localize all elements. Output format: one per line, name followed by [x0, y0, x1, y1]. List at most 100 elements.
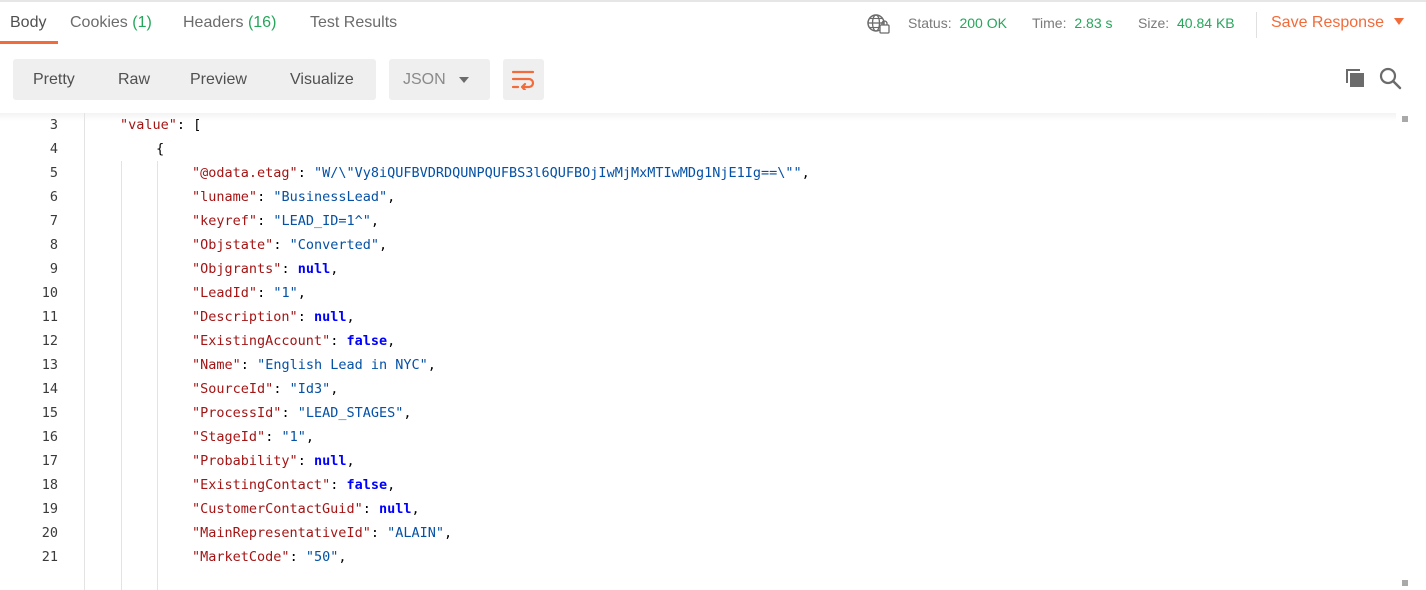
tab-label: Headers: [183, 14, 243, 31]
tab-headers[interactable]: Headers (16): [183, 2, 276, 44]
tab-test-results[interactable]: Test Results: [310, 2, 397, 44]
line-number: 6: [0, 185, 58, 209]
wrap-lines-button[interactable]: [503, 59, 544, 100]
search-icon[interactable]: [1378, 66, 1402, 90]
json-comma: ,: [428, 357, 436, 373]
json-quote: ": [322, 477, 330, 493]
line-number: 5: [0, 161, 58, 185]
tab-count: (16): [248, 14, 276, 31]
scrollbar-end[interactable]: [1402, 580, 1408, 586]
code-text: {: [156, 137, 164, 161]
code-line: 12"ExistingAccount": false,: [0, 329, 1396, 353]
code-text: "SourceId": "Id3",: [192, 377, 338, 401]
code-text: "@odata.etag": "W/\"Vy8iQUFBVDRDQUNPQUFB…: [192, 161, 810, 185]
code-text: "value": [: [120, 113, 201, 137]
size-label: Size:: [1138, 15, 1169, 31]
json-comma: ,: [403, 405, 411, 421]
json-punctuation: {: [156, 141, 164, 157]
json-quote: ": [322, 333, 330, 349]
json-comma: ,: [338, 549, 346, 565]
view-visualize[interactable]: Visualize: [290, 59, 354, 100]
json-comma: ,: [412, 501, 420, 517]
status-label: Status:: [908, 15, 952, 31]
line-number: 12: [0, 329, 58, 353]
json-quote: ": [281, 429, 289, 445]
globe-icon[interactable]: [866, 13, 890, 35]
code-text: "Objstate": "Converted",: [192, 233, 387, 257]
json-literal-value: null: [379, 501, 412, 517]
code-line: 16"StageId": "1",: [0, 425, 1396, 449]
json-quote: ": [192, 261, 200, 277]
json-colon: :: [330, 333, 346, 349]
save-response-button[interactable]: Save Response: [1271, 2, 1404, 44]
code-line: 4{: [0, 137, 1396, 161]
view-pretty[interactable]: Pretty: [33, 59, 75, 100]
json-quote: ": [314, 165, 322, 181]
code-line: 21"MarketCode": "50",: [0, 545, 1396, 569]
json-string-value: BusinessLead: [281, 189, 379, 205]
scrollbar-thumb[interactable]: [1402, 116, 1408, 122]
tab-body[interactable]: Body: [10, 2, 46, 44]
json-quote: ": [169, 117, 177, 133]
json-literal-value: false: [346, 333, 387, 349]
code-viewer[interactable]: 3"value": [4{5"@odata.etag": "W/\"Vy8iQU…: [0, 113, 1426, 590]
json-key: StageId: [200, 429, 257, 445]
json-string-value: ALAIN: [395, 525, 436, 541]
code-line: 6"luname": "BusinessLead",: [0, 185, 1396, 209]
status-value[interactable]: 200 OK: [959, 15, 1006, 31]
tab-cookies[interactable]: Cookies (1): [70, 2, 152, 44]
code-line: 18"ExistingContact": false,: [0, 473, 1396, 497]
json-string-value: W/\"Vy8iQUFBVDRDQUNPQUFBS3l6QUFBOjIwMjMx…: [322, 165, 793, 181]
json-comma: ,: [306, 429, 314, 445]
json-key: MarketCode: [200, 549, 281, 565]
code-text: "MainRepresentativeId": "ALAIN",: [192, 521, 452, 545]
json-quote: ": [249, 285, 257, 301]
json-key: LeadId: [200, 285, 249, 301]
json-comma: ,: [346, 309, 354, 325]
json-punctuation: : [: [177, 117, 201, 133]
json-string-value: LEAD_STAGES: [306, 405, 395, 421]
json-comma: ,: [387, 189, 395, 205]
json-colon: :: [273, 237, 289, 253]
json-key: @odata.etag: [200, 165, 289, 181]
json-quote: ": [192, 189, 200, 205]
json-key: CustomerContactGuid: [200, 501, 354, 517]
format-value: JSON: [403, 59, 446, 100]
json-string-value: Id3: [298, 381, 322, 397]
json-quote: ": [290, 285, 298, 301]
json-key: Description: [200, 309, 289, 325]
json-comma: ,: [298, 285, 306, 301]
code-text: "Name": "English Lead in NYC",: [192, 353, 436, 377]
json-quote: ": [192, 501, 200, 517]
line-number: 16: [0, 425, 58, 449]
json-quote: ": [192, 333, 200, 349]
json-colon: :: [363, 501, 379, 517]
json-comma: ,: [387, 333, 395, 349]
json-comma: ,: [330, 381, 338, 397]
json-quote: ": [290, 237, 298, 253]
json-literal-value: null: [298, 261, 331, 277]
json-quote: ": [257, 429, 265, 445]
size-value[interactable]: 40.84 KB: [1177, 15, 1235, 31]
json-quote: ": [233, 357, 241, 373]
json-quote: ": [290, 165, 298, 181]
json-comma: ,: [444, 525, 452, 541]
line-number: 4: [0, 137, 58, 161]
time-value[interactable]: 2.83 s: [1074, 15, 1112, 31]
view-preview[interactable]: Preview: [190, 59, 247, 100]
format-select[interactable]: JSON: [389, 59, 490, 100]
save-response-label: Save Response: [1271, 14, 1384, 31]
code-line: 7"keyref": "LEAD_ID=1^",: [0, 209, 1396, 233]
json-key: Objstate: [200, 237, 265, 253]
json-comma: ,: [387, 477, 395, 493]
json-quote: ": [192, 549, 200, 565]
copy-icon[interactable]: [1343, 66, 1367, 90]
json-quote: ": [257, 357, 265, 373]
code-text: "ExistingContact": false,: [192, 473, 395, 497]
view-raw[interactable]: Raw: [118, 59, 150, 100]
code-line: 3"value": [: [0, 113, 1396, 137]
json-quote: ": [192, 381, 200, 397]
json-colon: :: [265, 429, 281, 445]
code-scrollbar[interactable]: [1398, 113, 1412, 590]
line-number: 17: [0, 449, 58, 473]
